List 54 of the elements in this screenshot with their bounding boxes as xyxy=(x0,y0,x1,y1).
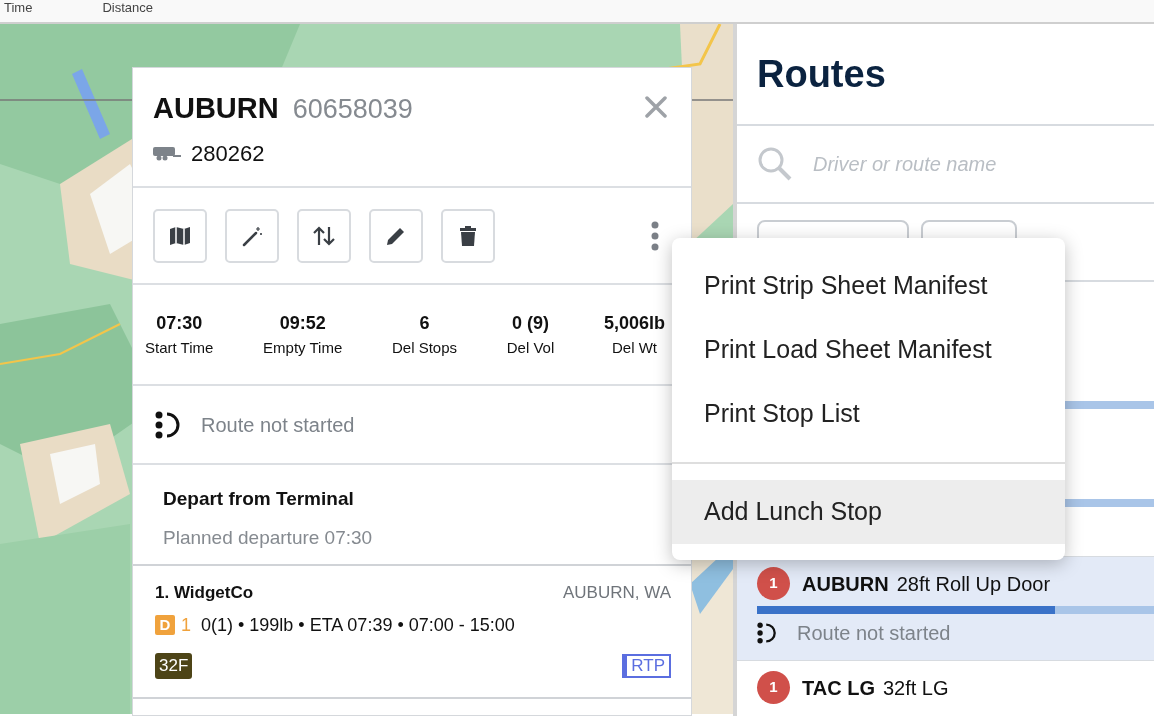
stat-label: Del Stops xyxy=(391,337,457,358)
stat-value: 09:52 xyxy=(279,311,326,335)
stat-label: Del Wt xyxy=(611,337,657,358)
route-status: Route not started xyxy=(797,621,951,646)
kebab-menu-icon xyxy=(651,220,659,251)
tab[interactable]: Time xyxy=(4,0,33,16)
route-status-icon xyxy=(155,409,181,440)
stop-count: 1 xyxy=(181,613,191,637)
map-icon xyxy=(169,224,191,247)
route-title: AUBURN xyxy=(153,91,279,126)
swap-arrows-icon xyxy=(312,224,336,247)
route-name: TAC LG xyxy=(802,675,875,701)
stat-label: Empty Time xyxy=(263,337,343,358)
menu-item[interactable]: Print Load Sheet Manifest xyxy=(672,318,1065,382)
menu-item[interactable]: Add Lunch Stop xyxy=(672,480,1065,544)
vehicle-type: 28ft Roll Up Door xyxy=(896,571,1051,597)
route-name: AUBURN xyxy=(802,571,889,597)
truck-number: 280262 xyxy=(191,140,265,168)
menu-item[interactable]: Print Stop List xyxy=(672,382,1065,446)
stop-code: RTP xyxy=(622,653,671,678)
stop-type-badge: D xyxy=(155,615,175,635)
close-button[interactable] xyxy=(643,94,669,120)
vehicle-type: 32ft LG xyxy=(882,675,949,701)
panel-title: Routes xyxy=(757,51,886,97)
stat-value: 6 xyxy=(419,311,430,335)
route-badge: 1 xyxy=(757,567,790,600)
magic-wand-icon xyxy=(241,224,263,247)
stop-details: 0(1) • 199lb • ETA 07:39 • 07:00 - 15:00 xyxy=(201,613,515,637)
search-icon xyxy=(757,146,793,183)
stat-label: Del Vol xyxy=(506,337,555,358)
stat-label: Start Time xyxy=(145,337,214,358)
map-button[interactable] xyxy=(153,208,207,263)
search-field[interactable]: Driver or route name xyxy=(813,149,1154,180)
route-status: Route not started xyxy=(201,412,355,438)
trailer-icon xyxy=(153,146,181,161)
edit-button[interactable] xyxy=(369,208,423,263)
tab[interactable]: Distance xyxy=(102,0,153,16)
stop-tag: 32F xyxy=(155,652,193,679)
route-row[interactable]: 1 AUBURN 28ft Roll Up Door Route not started xyxy=(737,556,1154,660)
delete-button[interactable] xyxy=(441,208,495,263)
route-badge: 1 xyxy=(757,671,790,704)
depart-title: Depart from Terminal xyxy=(163,487,355,511)
stat-value: 0 (9) xyxy=(511,311,549,335)
close-icon xyxy=(645,96,667,118)
stat-value: 07:30 xyxy=(156,311,203,335)
route-id: 60658039 xyxy=(292,93,413,126)
route-status-icon xyxy=(757,621,777,645)
stop-city: AUBURN, WA xyxy=(563,582,671,604)
menu-item[interactable]: Print Strip Sheet Manifest xyxy=(672,254,1065,318)
reorder-button[interactable] xyxy=(297,208,351,263)
trash-icon xyxy=(459,224,477,247)
stop-name: 1. WidgetCo xyxy=(155,582,254,604)
stat-value: 5,006lb xyxy=(603,311,665,335)
depart-subtitle: Planned departure 07:30 xyxy=(163,525,374,550)
